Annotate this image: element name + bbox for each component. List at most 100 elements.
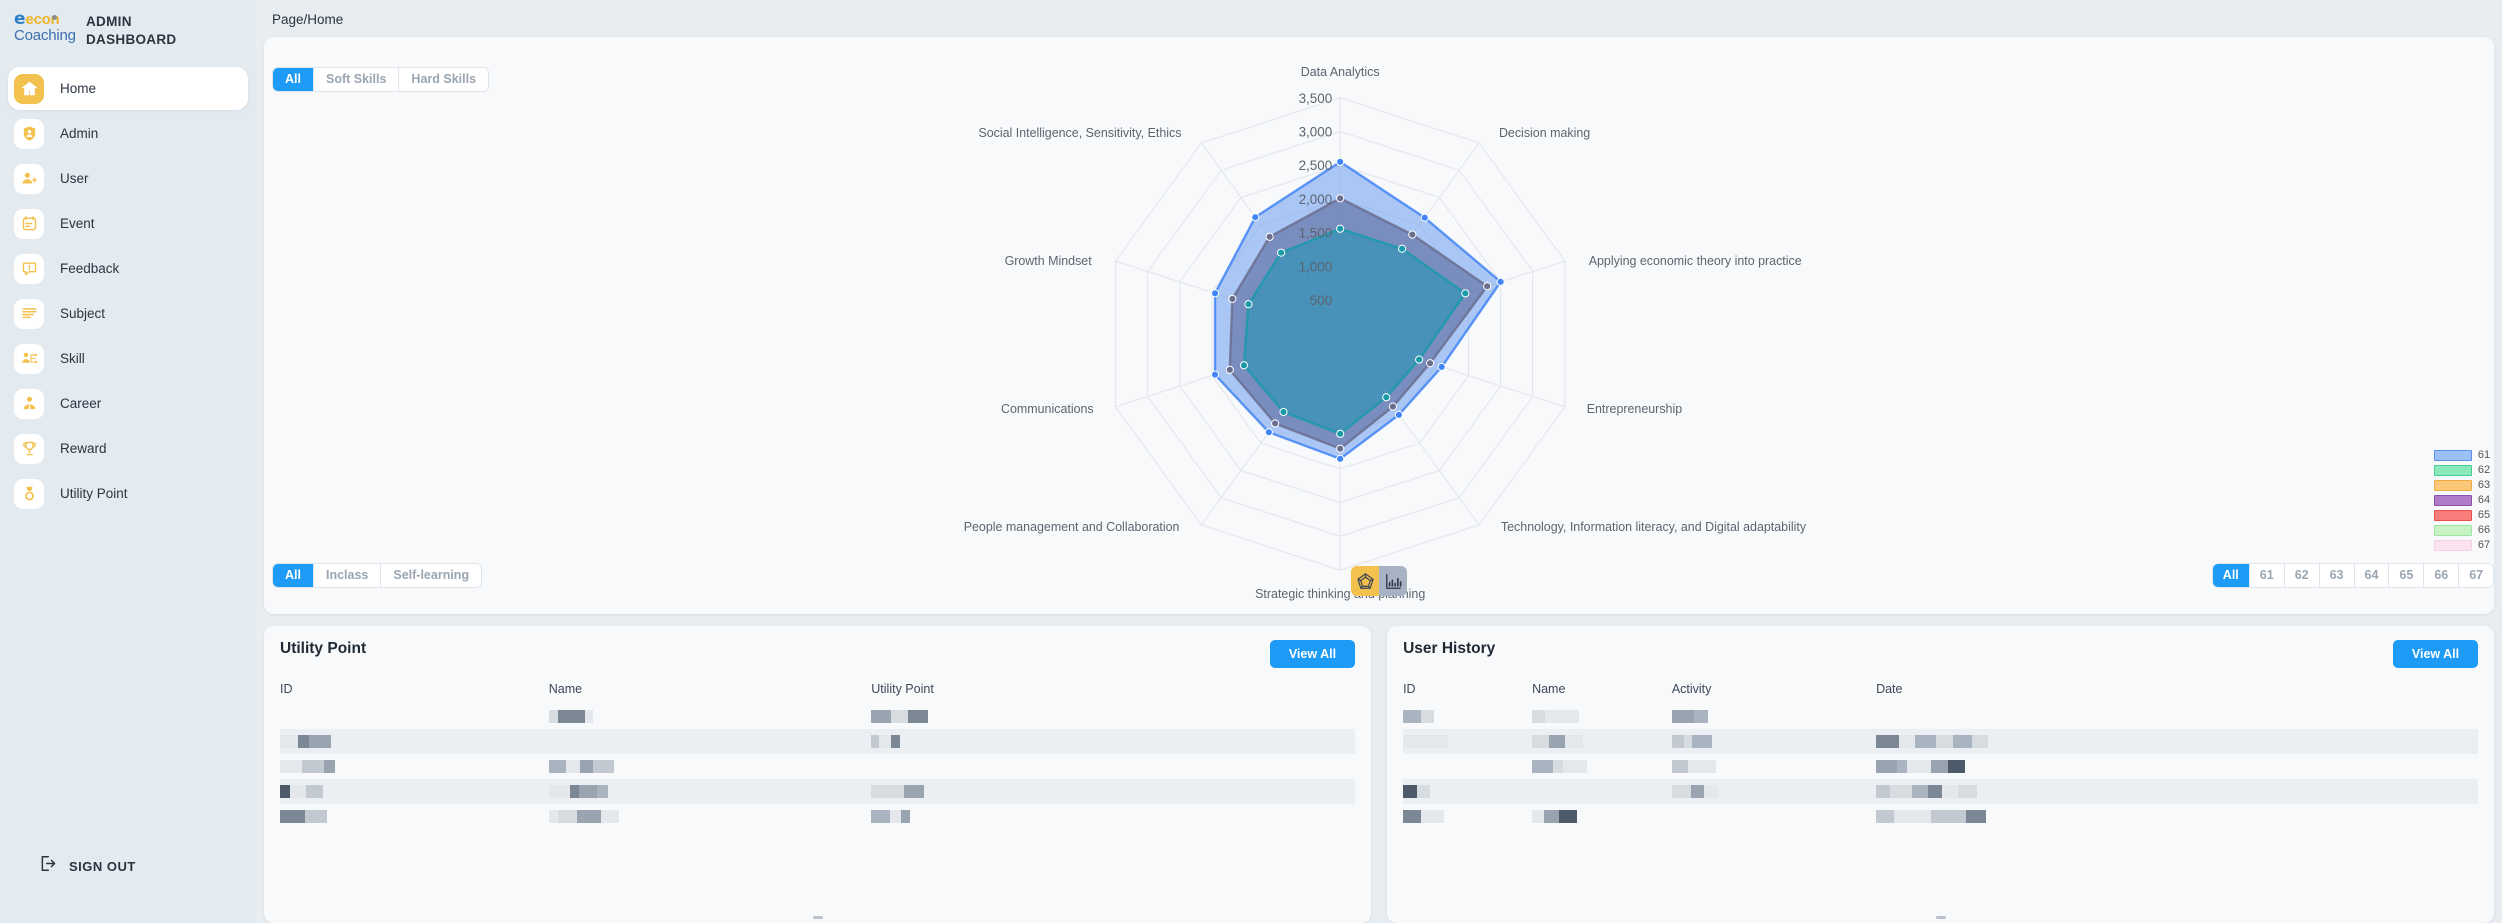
tab-inclass[interactable]: Inclass: [313, 564, 382, 587]
radar-data-point[interactable]: [1244, 300, 1253, 309]
table-row[interactable]: [1403, 729, 2479, 754]
legend-item: 61: [2433, 449, 2490, 461]
table-row[interactable]: [1403, 754, 2478, 779]
redacted-block: [1928, 784, 1943, 798]
radar-data-point[interactable]: [1210, 289, 1220, 298]
tab-class-64[interactable]: 64: [2354, 564, 2390, 587]
radar-data-point[interactable]: [1336, 224, 1345, 233]
radar-data-point[interactable]: [1425, 359, 1435, 368]
radar-data-point[interactable]: [1277, 248, 1286, 257]
tab-class-62[interactable]: 62: [2284, 564, 2320, 587]
legend-label: 63: [2477, 479, 2491, 491]
sign-out-button[interactable]: SIGN OUT: [0, 854, 256, 878]
radar-data-point[interactable]: [1336, 454, 1345, 463]
legend-label: 67: [2477, 539, 2491, 551]
sidebar-item-admin[interactable]: Admin: [8, 112, 248, 155]
radar-data-point[interactable]: [1279, 407, 1288, 417]
radar-data-point[interactable]: [1437, 362, 1446, 372]
brand: e econ Coaching ADMIN DASHBOARD: [0, 0, 256, 53]
home-icon: [14, 73, 44, 104]
radar-data-point[interactable]: [1336, 444, 1345, 453]
tab-class-all[interactable]: All: [2212, 564, 2250, 587]
tab-self-learning[interactable]: Self-learning: [381, 564, 482, 587]
table-cell: [1532, 804, 1672, 829]
radar-data-point[interactable]: [1271, 419, 1280, 428]
horizontal-scrollbar[interactable]: [812, 916, 823, 919]
table-cell: [1876, 704, 2478, 729]
sidebar-item-event[interactable]: Event: [8, 202, 248, 245]
user-history-view-all-button[interactable]: View All: [2392, 640, 2479, 668]
tab-class-65[interactable]: 65: [2389, 564, 2425, 587]
radar-data-point[interactable]: [1336, 429, 1345, 438]
radar-data-point[interactable]: [1408, 230, 1417, 239]
radar-data-point[interactable]: [1461, 289, 1470, 298]
redacted-block: [1403, 734, 1426, 748]
tab-class-67[interactable]: 67: [2459, 564, 2494, 587]
radar-data-point[interactable]: [1397, 244, 1407, 253]
sidebar-item-user[interactable]: User: [8, 157, 248, 200]
table-cell: [1672, 804, 1876, 829]
table-row[interactable]: [1403, 779, 2479, 804]
tab-class-63[interactable]: 63: [2319, 564, 2355, 587]
redacted-block: [1532, 809, 1545, 823]
radar-data-point[interactable]: [1225, 365, 1234, 374]
horizontal-scrollbar[interactable]: [1935, 916, 1946, 919]
radar-data-point[interactable]: [1210, 370, 1220, 379]
table-row[interactable]: [280, 804, 1355, 829]
sidebar-item-subject[interactable]: Subject: [8, 292, 248, 335]
radar-data-point[interactable]: [1239, 361, 1249, 370]
radar-data-point[interactable]: [1251, 213, 1260, 222]
utility-point-view-all-button[interactable]: View All: [1269, 640, 1356, 668]
sidebar-item-skill[interactable]: Skill: [8, 337, 248, 380]
radar-data-point[interactable]: [1415, 355, 1424, 364]
radar-chart-icon[interactable]: [1351, 566, 1380, 596]
tab-class-66[interactable]: 66: [2424, 564, 2460, 587]
radar-category-label: Decision making: [1499, 126, 1590, 140]
table-row[interactable]: [280, 704, 1355, 729]
tab-all-modes[interactable]: All: [273, 564, 314, 587]
radar-data-point[interactable]: [1336, 157, 1345, 166]
sidebar: e econ Coaching ADMIN DASHBOARD Home Adm…: [0, 0, 256, 923]
table-row[interactable]: [1403, 804, 2478, 829]
redacted-block: [280, 809, 294, 823]
radar-data-point[interactable]: [1265, 232, 1274, 241]
redacted-block: [1671, 759, 1688, 773]
sidebar-item-label: Feedback: [60, 261, 120, 277]
breadcrumb: Page/Home: [272, 12, 344, 27]
redacted-block: [901, 809, 911, 823]
radar-data-point[interactable]: [1483, 282, 1492, 291]
radar-data-point[interactable]: [1228, 294, 1237, 303]
radar-data-point[interactable]: [1496, 277, 1505, 286]
table-cell: [548, 804, 872, 829]
redacted-block: [1693, 709, 1708, 723]
redacted-block: [871, 734, 880, 748]
redacted-block: [548, 809, 558, 823]
radar-category-label: Social Intelligence, Sensitivity, Ethics: [978, 126, 1181, 140]
radar-data-point[interactable]: [1394, 410, 1403, 419]
dashboard-root: e econ Coaching ADMIN DASHBOARD Home Adm…: [0, 0, 2502, 923]
legend-item: 66: [2433, 524, 2490, 536]
radar-data-point[interactable]: [1382, 393, 1391, 402]
table-cell: [1671, 779, 1876, 804]
tab-class-61[interactable]: 61: [2249, 564, 2285, 587]
radar-data-point[interactable]: [1388, 402, 1397, 411]
sidebar-item-home[interactable]: Home: [8, 67, 248, 111]
redacted-block: [887, 784, 905, 798]
sidebar-item-career[interactable]: Career: [8, 382, 248, 425]
table-row[interactable]: [280, 729, 1356, 754]
table-row[interactable]: [280, 754, 1355, 779]
table-row[interactable]: [1403, 704, 2478, 729]
bar-chart-icon[interactable]: [1379, 566, 1408, 596]
radar-data-point[interactable]: [1420, 213, 1429, 222]
table-row[interactable]: [280, 779, 1356, 804]
redacted-block: [1910, 809, 1932, 823]
sidebar-item-reward[interactable]: Reward: [8, 427, 248, 470]
radar-data-point[interactable]: [1264, 428, 1273, 437]
sidebar-item-feedback[interactable]: Feedback: [8, 247, 248, 290]
redacted-block: [904, 784, 925, 798]
redacted-block: [1876, 784, 1891, 798]
sidebar-item-utility-point[interactable]: Utility Point: [8, 472, 248, 515]
radar-chart: 3,500 3,000 2,500 2,000 1,500 1,000 500 Data An…: [264, 37, 2494, 614]
sidebar-item-label: Subject: [60, 306, 106, 322]
radar-data-point[interactable]: [1336, 194, 1345, 203]
